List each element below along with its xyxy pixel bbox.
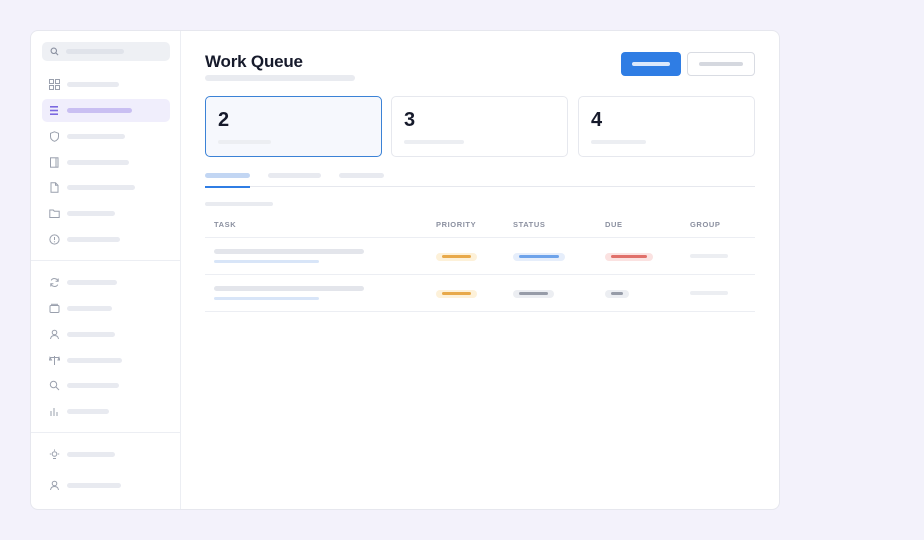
tab-1[interactable]	[205, 173, 250, 188]
sidebar-item-wallet[interactable]	[42, 297, 170, 320]
table-caption	[205, 202, 273, 206]
table-row[interactable]	[205, 238, 755, 275]
group-cell	[690, 291, 728, 295]
sidebar-item-label	[67, 160, 129, 165]
task-subtitle	[214, 297, 319, 300]
button-label	[699, 62, 743, 66]
sidebar-item-label	[67, 483, 121, 488]
sidebar-item-compliance[interactable]	[42, 349, 170, 372]
page-title: Work Queue	[205, 52, 303, 71]
tab-3[interactable]	[339, 173, 384, 187]
sidebar-item-dashboard[interactable]	[42, 73, 170, 96]
status-badge	[513, 253, 565, 261]
wallet-icon	[49, 303, 60, 313]
sidebar-item-label	[67, 108, 132, 113]
sidebar-item-people[interactable]	[42, 323, 170, 346]
sidebar-item-label	[67, 211, 115, 216]
main-content: Work Queue 2 3 4 TASK PRIORITY STATUS DU…	[182, 31, 779, 509]
sidebar-item-label	[67, 452, 115, 457]
sidebar-item-label	[67, 185, 135, 190]
sidebar-item-ideas[interactable]	[42, 443, 170, 466]
sidebar-item-label	[67, 306, 112, 311]
summary-count: 4	[591, 109, 603, 131]
column-header-priority[interactable]: PRIORITY	[436, 220, 476, 229]
user-icon	[50, 480, 59, 491]
summary-count: 2	[218, 109, 230, 131]
task-title	[214, 286, 364, 291]
sidebar-item-label	[67, 134, 125, 139]
sidebar-item-label	[67, 358, 122, 363]
button-label	[632, 62, 670, 66]
book-icon	[50, 157, 59, 168]
sidebar-item-profile[interactable]	[42, 474, 170, 497]
sidebar-item-library[interactable]	[42, 151, 170, 174]
secondary-action-button[interactable]	[687, 52, 755, 76]
sidebar-item-label	[67, 409, 109, 414]
summary-label	[404, 140, 464, 144]
sidebar-item-label	[67, 383, 119, 388]
sidebar-item-label	[67, 82, 119, 87]
priority-badge	[436, 253, 477, 261]
sidebar-divider	[31, 432, 181, 433]
status-badge	[513, 290, 554, 298]
sidebar-item-label	[67, 237, 120, 242]
document-icon	[50, 182, 59, 193]
tab-label	[205, 173, 250, 178]
column-header-status[interactable]: STATUS	[513, 220, 546, 229]
due-badge	[605, 253, 653, 261]
info-icon	[49, 234, 60, 245]
user-icon	[50, 329, 59, 340]
sidebar-item-explore[interactable]	[42, 374, 170, 397]
priority-badge	[436, 290, 477, 298]
summary-card[interactable]: 2	[205, 96, 382, 157]
search-placeholder	[66, 49, 124, 54]
column-header-task[interactable]: TASK	[214, 220, 236, 229]
scale-icon	[49, 356, 60, 365]
summary-card[interactable]: 3	[391, 96, 568, 157]
sidebar-item-reports[interactable]	[42, 400, 170, 423]
summary-label	[591, 140, 646, 144]
bar-chart-icon	[50, 408, 58, 416]
sidebar-item-security[interactable]	[42, 125, 170, 148]
sidebar-item-label	[67, 280, 117, 285]
tab-label	[339, 173, 384, 178]
sidebar-item-folders[interactable]	[42, 202, 170, 225]
sidebar-item-work-queue[interactable]	[42, 99, 170, 122]
sidebar	[31, 31, 181, 509]
sidebar-item-info[interactable]	[42, 228, 170, 251]
group-cell	[690, 254, 728, 258]
task-subtitle	[214, 260, 319, 263]
tab-label	[268, 173, 321, 178]
primary-action-button[interactable]	[621, 52, 681, 76]
sidebar-item-documents[interactable]	[42, 176, 170, 199]
sidebar-divider	[31, 260, 181, 261]
bulb-icon	[49, 449, 60, 459]
column-header-due[interactable]: DUE	[605, 220, 623, 229]
tab-bar	[205, 167, 755, 188]
active-tab-indicator	[205, 186, 250, 188]
list-icon	[50, 106, 58, 115]
refresh-icon	[50, 278, 59, 287]
search-input[interactable]	[42, 42, 170, 61]
table-header: TASK PRIORITY STATUS DUE GROUP	[205, 216, 755, 238]
search-icon	[50, 47, 59, 56]
grid-icon	[49, 79, 60, 90]
task-title	[214, 249, 364, 254]
shield-icon	[50, 131, 59, 142]
due-badge	[605, 290, 629, 298]
table-row[interactable]	[205, 275, 755, 312]
app-window: Work Queue 2 3 4 TASK PRIORITY STATUS DU…	[30, 30, 780, 510]
page-subtitle	[205, 75, 355, 81]
summary-card[interactable]: 4	[578, 96, 755, 157]
tab-2[interactable]	[268, 173, 321, 187]
column-header-group[interactable]: GROUP	[690, 220, 721, 229]
sidebar-item-sync[interactable]	[42, 271, 170, 294]
folder-icon	[49, 209, 60, 218]
search-icon	[49, 380, 60, 391]
summary-label	[218, 140, 271, 144]
summary-count: 3	[404, 109, 416, 131]
sidebar-item-label	[67, 332, 115, 337]
